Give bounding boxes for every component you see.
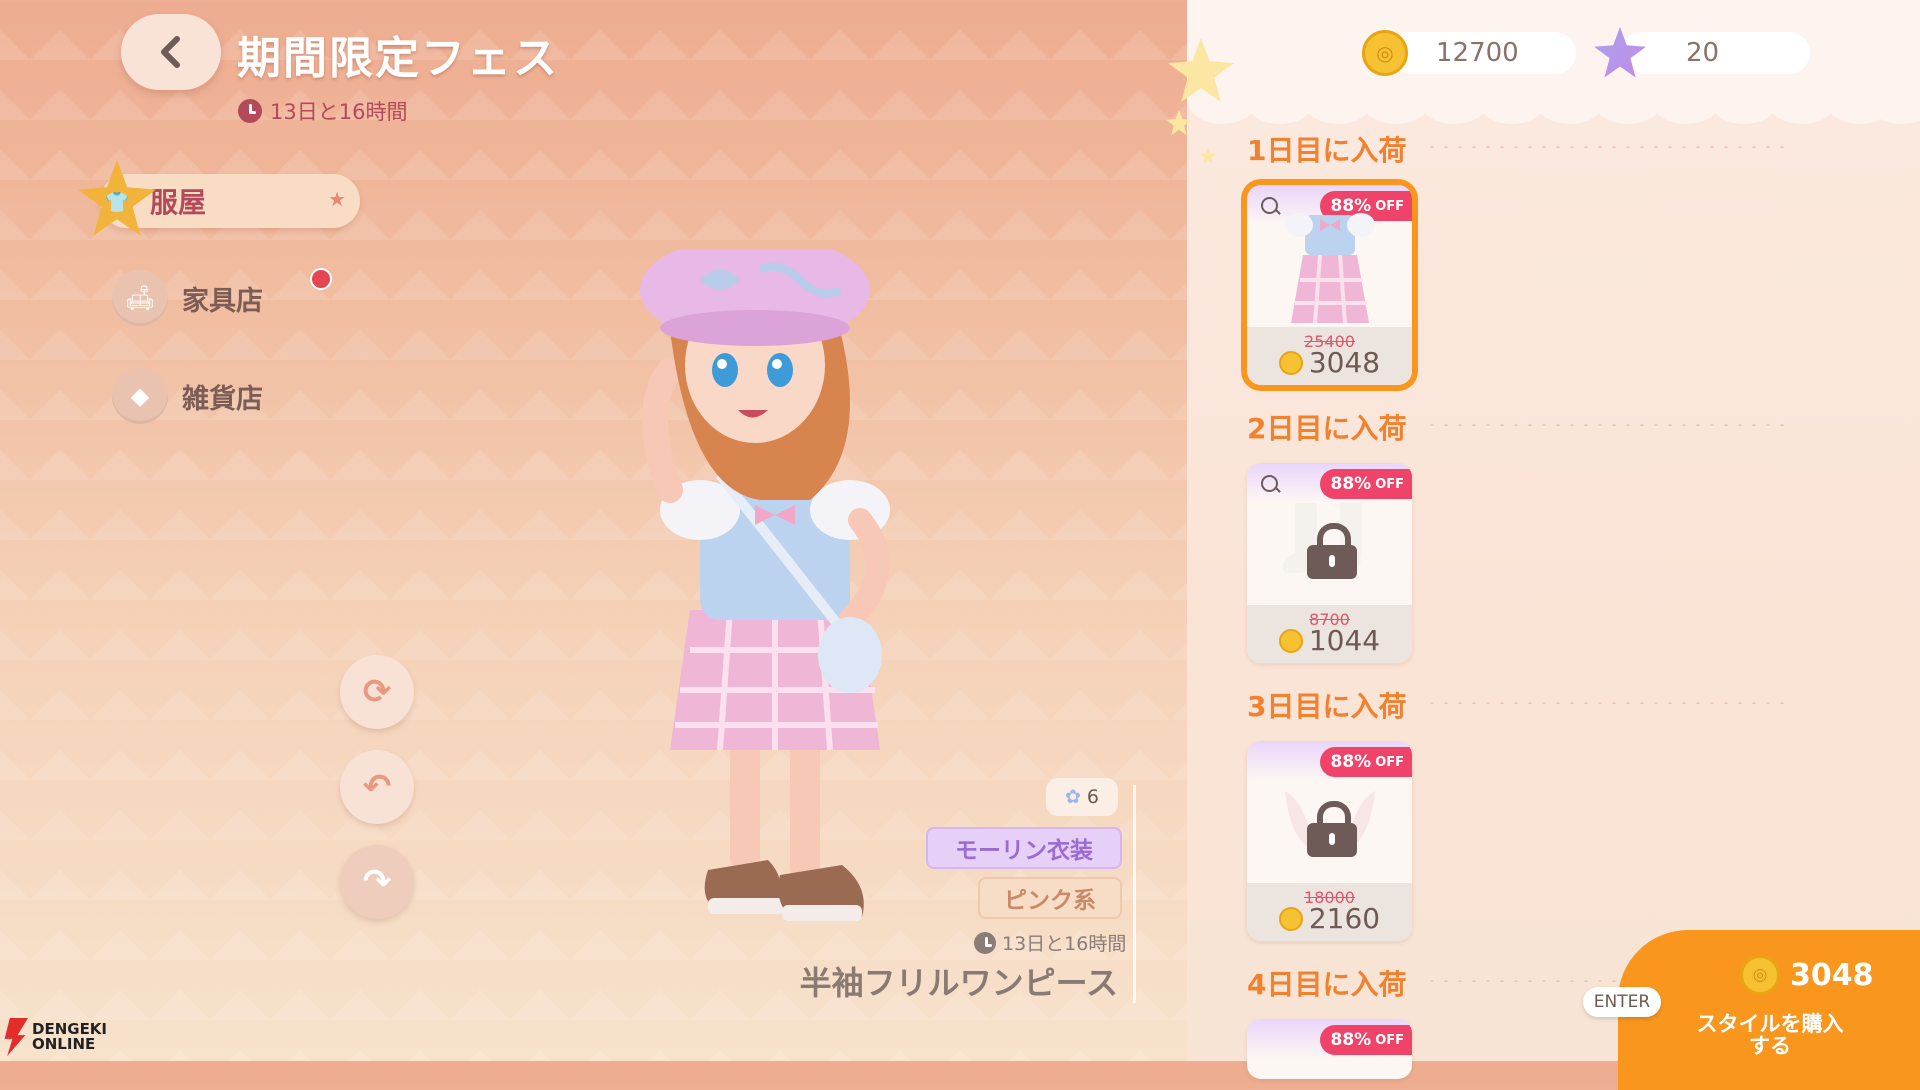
rotate-icon: ⟳ (362, 672, 392, 712)
redo-icon: ↷ (362, 862, 392, 902)
nav-item-label: 服屋 (150, 186, 207, 219)
item-name: 半袖フリルワンピース (799, 964, 1118, 1002)
undo-icon: ↶ (362, 767, 392, 807)
item-card-day-3[interactable]: 88% OFF 18000 2160 (1247, 741, 1412, 941)
coin-icon (1278, 628, 1303, 653)
discount-badge: 88% OFF (1320, 747, 1412, 777)
dotted-divider (1425, 702, 1785, 704)
clock-icon (238, 99, 262, 123)
coin-icon (1278, 350, 1303, 375)
armchair-icon: 🛋 (112, 270, 168, 326)
dengeki-online-logo: DENGEKI ONLINE (2, 1018, 107, 1056)
buy-total-amount: 3048 (1790, 957, 1874, 993)
redo-button[interactable]: ↷ (340, 845, 414, 919)
lock-icon (1307, 801, 1357, 857)
lock-icon (1307, 523, 1357, 579)
tag-outfit-set[interactable]: モーリン衣装 (926, 827, 1122, 869)
search-icon[interactable] (1261, 475, 1278, 492)
nav-item-goods-shop[interactable]: ◆ 雑貨店 (112, 368, 263, 424)
undo-button[interactable]: ↶ (340, 750, 414, 824)
sale-price: 1044 (1247, 624, 1412, 657)
discount-badge: 88% OFF (1320, 1025, 1412, 1055)
event-timer: 13日と16時間 (238, 96, 407, 126)
divider (1133, 785, 1136, 1003)
coin-amount: 12700 (1436, 38, 1519, 68)
chevron-left-icon (161, 36, 180, 68)
event-timer-text: 13日と16時間 (270, 100, 408, 124)
coin-icon: ◎ (1362, 30, 1408, 76)
nav-item-furniture-shop[interactable]: 🛋 家具店 (112, 268, 332, 326)
nav-item-label: 家具店 (182, 285, 263, 317)
star-balance: 20 (1594, 27, 1810, 78)
page-title: 期間限定フェス (237, 33, 559, 84)
day-3-label: 3日目に入荷 (1247, 690, 1407, 723)
item-timer-text: 13日と16時間 (1002, 933, 1127, 955)
nav-item-clothing-shop[interactable]: 👕 服屋 ★ (78, 160, 360, 236)
nav-item-label: 雑貨店 (182, 383, 263, 415)
star-amount: 20 (1686, 38, 1720, 68)
clock-icon (974, 931, 996, 954)
notification-dot (310, 268, 332, 290)
buy-total: ◎ 3048 (1740, 955, 1874, 995)
item-timer: 13日と16時間 (974, 929, 1126, 956)
sale-price: 2160 (1247, 902, 1412, 935)
coin-icon (1278, 906, 1303, 931)
back-button[interactable] (121, 14, 221, 90)
character-preview[interactable] (630, 250, 920, 970)
day-4-label: 4日目に入荷 (1247, 968, 1407, 1001)
day-2-label: 2日目に入荷 (1247, 412, 1407, 445)
item-card-day-2[interactable]: 88% OFF 8700 1044 (1247, 463, 1412, 663)
item-card-day-4[interactable]: 88% OFF (1247, 1019, 1412, 1079)
buy-style-button[interactable] (1618, 930, 1920, 1090)
coin-balance: ◎ 12700 (1362, 30, 1576, 76)
search-icon[interactable] (1261, 197, 1278, 214)
sale-price: 3048 (1247, 346, 1412, 379)
day-1-label: 1日目に入荷 (1247, 134, 1407, 167)
enter-key-hint: ENTER (1583, 987, 1661, 1017)
dress-item-image (1285, 213, 1375, 324)
dotted-divider (1425, 146, 1785, 148)
puzzle-icon: ✿ (1064, 786, 1081, 808)
favorite-star-icon: ★ (328, 187, 346, 211)
item-count: 6 (1086, 786, 1099, 808)
buy-style-label: スタイルを購入する (1696, 1012, 1844, 1058)
dotted-divider (1425, 424, 1785, 426)
rotate-button[interactable]: ⟳ (340, 655, 414, 729)
coin-icon: ◎ (1740, 955, 1780, 995)
tag-color[interactable]: ピンク系 (978, 877, 1122, 919)
item-card-day-1[interactable]: 88% OFF 25400 3048 (1247, 185, 1412, 385)
item-count-badge: ✿ 6 (1046, 778, 1118, 816)
shapes-icon: ◆ (112, 368, 168, 424)
